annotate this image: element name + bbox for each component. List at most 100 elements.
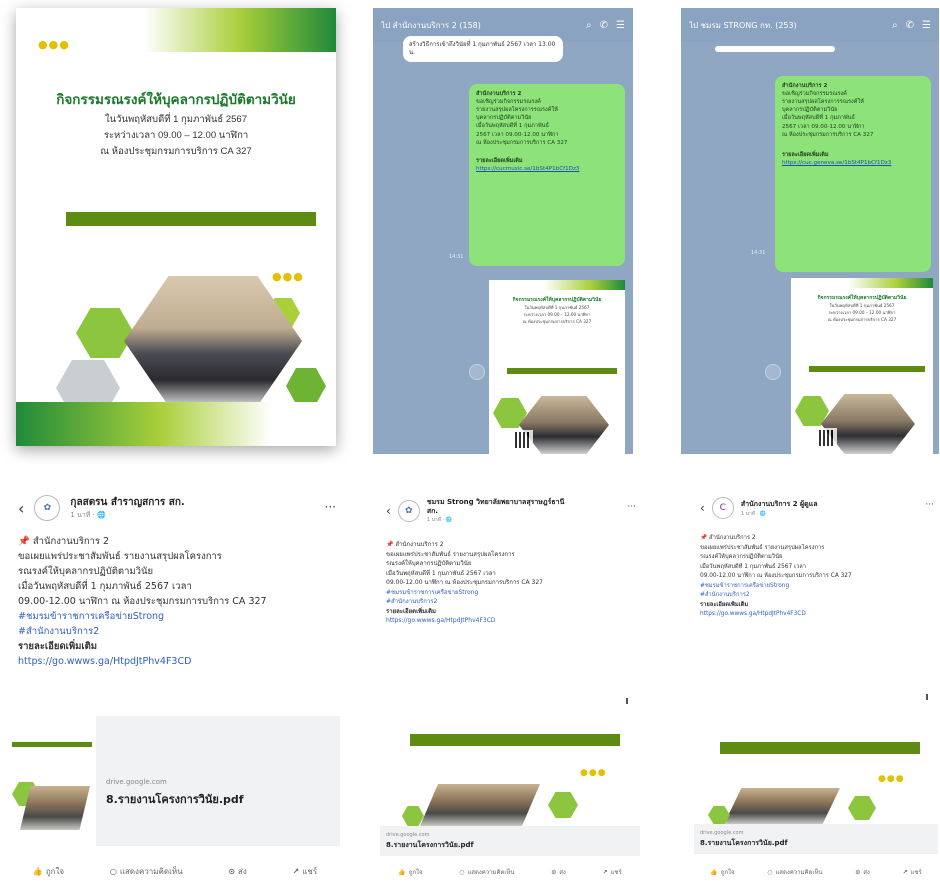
like-icon: 👍	[32, 866, 43, 876]
mini-poster-bar	[809, 366, 925, 372]
comment-button[interactable]: ○ แสดงความคิดเห็น	[110, 860, 183, 882]
facebook-post-screenshot-2: ‹ ✿ ชมรม Strong วิทยาลัยพยาบาลสุราษฎร์ธา…	[380, 488, 640, 882]
messenger-icon: ⊙	[855, 868, 861, 876]
message-line: บุคลากรปฏิบัติตามวินัย	[476, 115, 532, 122]
menu-icon[interactable]: ☰	[922, 20, 931, 31]
messenger-icon: ⊙	[551, 868, 557, 876]
more-options-icon[interactable]: ···	[925, 500, 934, 510]
post-line: 09.00-12.00 นาฬิกา ณ ห้องประชุมกรมการบริ…	[700, 573, 852, 579]
preview-file-name[interactable]: 8.รายงานโครงการวินัย.pdf	[386, 840, 474, 851]
avatar[interactable]: C	[711, 497, 734, 519]
like-button[interactable]: 👍 ถูกใจ	[710, 862, 734, 882]
post-actions: 👍 ถูกใจ ○ แสดงความคิดเห็น ⊙ ส่ง ↗ แชร์	[380, 862, 640, 882]
link-preview-card[interactable]: drive.google.com 8.รายงานโครงการวินัย.pd…	[380, 826, 640, 856]
back-arrow-icon[interactable]: ‹	[386, 504, 391, 518]
share-icon: ↗	[602, 868, 608, 876]
phone-icon[interactable]: ✆	[600, 20, 608, 31]
preview-photo	[420, 784, 540, 826]
preview-file-name[interactable]: 8.รายงานโครงการวินัย.pdf	[700, 838, 788, 849]
detail-link[interactable]: https://go.wwws.ga/HtpdJtPhv4F3CD	[700, 610, 932, 620]
post-header: ‹ ✿ ชมรม Strong วิทยาลัยพยาบาลสุราษฎร์ธา…	[380, 488, 640, 534]
comment-button[interactable]: ○ แสดงความคิดเห็น	[767, 862, 822, 882]
mini-poster-line: ณ ห้องประชุมกรมการบริการ CA 327	[827, 317, 897, 322]
poster-name[interactable]: ชมรม Strong วิทยาลัยพยาบาลสุราษฎร์ธานี ส…	[427, 498, 577, 516]
mini-poster-band	[791, 278, 933, 288]
preview-thumbnail	[10, 716, 96, 846]
post-line: รณรงค์ให้บุคลากรปฏิบัติตามวินัย	[386, 560, 472, 567]
like-button[interactable]: 👍 ถูกใจ	[33, 860, 64, 882]
preview-image[interactable]: ●●●	[694, 712, 938, 824]
post-line: 📌 สำนักงานบริการ 2	[18, 536, 110, 547]
post-line: ขอเผยแพร่ประชาสัมพันธ์ รายงานสรุปผลโครงก…	[700, 544, 825, 551]
hashtag-link[interactable]: #ชมรมข้าราชการเครือข่ายStrong	[386, 588, 634, 598]
hashtag-link[interactable]: #สำนักงานบริการ2	[386, 597, 634, 607]
post-time: 1 นาที · 🌐	[70, 511, 106, 519]
more-options-icon[interactable]: ···	[325, 500, 336, 514]
share-button[interactable]	[765, 364, 781, 380]
message-time: 14:31	[449, 254, 464, 260]
share-button[interactable]: ↗ แชร์	[293, 860, 318, 882]
chat-image-poster[interactable]: กิจกรรมรณรงค์ให้บุคลากรปฏิบัติตามวินัย ใ…	[489, 280, 625, 454]
chat-message-outgoing[interactable]: สำนักงานบริการ 2 ขอเชิญร่วมกิจกรรมรณรงค์…	[469, 84, 625, 266]
send-button[interactable]: ⊙ ส่ง	[855, 862, 870, 882]
post-line: รณรงค์ให้บุคลากรปฏิบัติตามวินัย	[18, 566, 154, 577]
post-line: ขอเผยแพร่ประชาสัมพันธ์ รายงานสรุปผลโครงก…	[386, 550, 515, 558]
comment-button[interactable]: ○ แสดงความคิดเห็น	[459, 862, 514, 882]
post-actions: 👍 ถูกใจ ○ แสดงความคิดเห็น ⊙ ส่ง ↗ แชร์	[694, 862, 938, 882]
post-body: 📌 สำนักงานบริการ 2 ขอเผยแพร่ประชาสัมพันธ…	[380, 540, 640, 626]
preview-image[interactable]: ●●●	[380, 710, 640, 826]
phone-icon[interactable]: ✆	[906, 20, 914, 31]
share-button[interactable]	[469, 364, 485, 380]
hashtag-link[interactable]: #ชมรมข้าราชการเครือข่ายStrong	[700, 582, 932, 592]
post-line: เมื่อวันพฤหัสบดีที่ 1 กุมภาพันธ์ 2567 เว…	[386, 569, 496, 577]
post-line: เมื่อวันพฤหัสบดีที่ 1 กุมภาพันธ์ 2567 เว…	[700, 563, 807, 570]
message-line: รายงานสรุปผลโครงการรณรงค์ให้	[782, 99, 864, 106]
send-button[interactable]: ⊙ ส่ง	[228, 860, 247, 882]
hashtag-link[interactable]: #สำนักงานบริการ2	[18, 624, 332, 639]
poster-title: กิจกรรมรณรงค์ให้บุคลากรปฏิบัติตามวินัย	[56, 92, 296, 107]
mini-poster-line: ณ ห้องประชุมกรมการบริการ CA 327	[522, 319, 592, 324]
avatar[interactable]: ✿	[34, 495, 61, 521]
poster-time: ระหว่างเวลา 09.00 – 12.00 นาฬิกา	[103, 130, 249, 141]
share-icon: ↗	[292, 866, 300, 876]
send-button[interactable]: ⊙ ส่ง	[551, 862, 566, 882]
poster-name[interactable]: กุลสตรน สำราญสการ สก.	[70, 495, 184, 510]
chat-message-outgoing[interactable]: สำนักงานบริการ 2 ขอเชิญร่วมกิจกรรมรณรงค์…	[775, 76, 931, 272]
chat-message-incoming[interactable]: สร้างวิธีการเข้าถึงวินัยที่ 1 กุมภาพันธ์…	[403, 36, 563, 63]
share-icon: ↗	[902, 868, 908, 876]
back-arrow-icon[interactable]: ‹	[18, 499, 24, 518]
message-line: เมื่อวันพฤหัสบดีที่ 1 กุมภาพันธ์	[782, 115, 855, 122]
message-link[interactable]: https://cuc.geneva.se/1bSt4P1bCf1Dz3	[782, 159, 924, 167]
poster-dots-2: ●●●	[272, 270, 304, 283]
poster-dots: ●●●	[38, 38, 70, 51]
detail-link[interactable]: https://go.wwws.ga/HtpdJtPhv4F3CD	[386, 616, 634, 626]
mini-poster-line: ในวันพฤหัสบดีที่ 1 กุมภาพันธ์ 2567	[829, 303, 895, 308]
message-cta: รายละเอียดเพิ่มเติม	[782, 151, 829, 158]
share-button[interactable]: ↗ แชร์	[902, 862, 921, 882]
chat-header: ไป ชมรม STRONG กท. (253) ⌕ ✆ ☰	[681, 8, 939, 42]
poster-name[interactable]: สำนักงานบริการ 2 ผู้ดูแล	[741, 499, 818, 510]
messenger-icon: ⊙	[228, 866, 236, 876]
search-icon[interactable]: ⌕	[892, 20, 898, 31]
preview-hexagon	[848, 796, 876, 820]
chat-image-poster[interactable]: กิจกรรมรณรงค์ให้บุคลากรปฏิบัติตามวินัย ใ…	[791, 278, 933, 454]
link-preview-card[interactable]: drive.google.com 8.รายงานโครงการวินัย.pd…	[10, 716, 340, 846]
preview-photo	[724, 788, 840, 824]
share-button[interactable]: ↗ แชร์	[602, 862, 621, 882]
message-line: ณ ห้องประชุมกรมการบริการ CA 327	[476, 139, 568, 146]
post-header: ‹ ✿ กุลสตรน สำราญสการ สก. 1 นาที · 🌐 ···	[10, 488, 340, 528]
hashtag-link[interactable]: #สำนักงานบริการ2	[700, 591, 932, 601]
comment-icon: ○	[767, 868, 773, 876]
preview-file-name[interactable]: 8.รายงานโครงการวินัย.pdf	[106, 790, 244, 808]
more-options-icon[interactable]: ···	[627, 502, 636, 512]
hashtag-link[interactable]: #ชมรมข้าราชการเครือข่ายStrong	[18, 609, 332, 624]
message-link[interactable]: https://cucmusic.se/1bSt4P1bCf1Dz3	[476, 165, 618, 173]
like-button[interactable]: 👍 ถูกใจ	[398, 862, 422, 882]
search-icon[interactable]: ⌕	[586, 20, 592, 31]
detail-link[interactable]: https://go.wwws.ga/HtpdJtPhv4F3CD	[18, 654, 332, 669]
back-arrow-icon[interactable]: ‹	[700, 501, 705, 515]
avatar[interactable]: ✿	[397, 500, 420, 522]
menu-icon[interactable]: ☰	[616, 20, 625, 31]
link-preview-card[interactable]: drive.google.com 8.รายงานโครงการวินัย.pd…	[694, 824, 938, 854]
mini-poster-title: กิจกรรมรณรงค์ให้บุคลากรปฏิบัติตามวินัย	[512, 297, 602, 303]
